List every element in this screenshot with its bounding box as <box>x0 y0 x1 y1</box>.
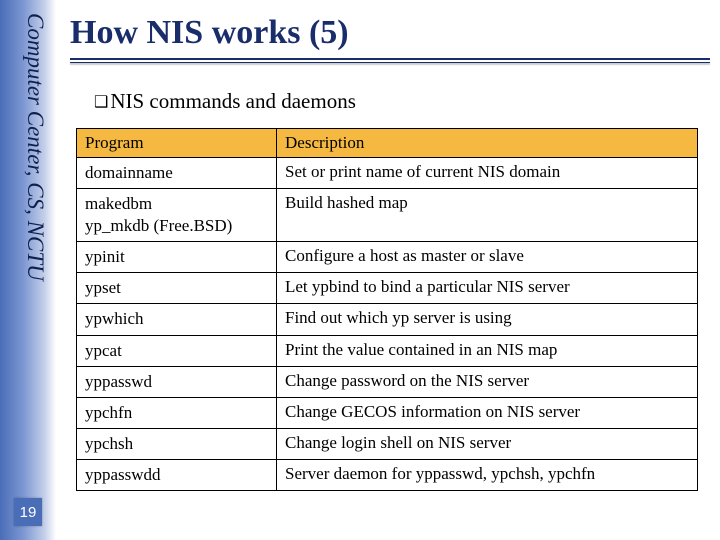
cell-program: ypinit <box>77 242 277 273</box>
bullet-heading: ❑NIS commands and daemons <box>94 89 710 114</box>
cell-description: Configure a host as master or slave <box>277 242 698 273</box>
table-row: yppasswddServer daemon for yppasswd, ypc… <box>77 459 698 490</box>
table-row: yppasswdChange password on the NIS serve… <box>77 366 698 397</box>
cell-description: Set or print name of current NIS domain <box>277 158 698 189</box>
cell-description: Find out which yp server is using <box>277 304 698 335</box>
cell-program: yppasswdd <box>77 459 277 490</box>
commands-table: Program Description domainnameSet or pri… <box>76 128 698 491</box>
table-row: ypsetLet ypbind to bind a particular NIS… <box>77 273 698 304</box>
cell-description: Print the value contained in an NIS map <box>277 335 698 366</box>
cell-description: Server daemon for yppasswd, ypchsh, ypch… <box>277 459 698 490</box>
cell-description: Change GECOS information on NIS server <box>277 397 698 428</box>
sidebar-gradient: Computer Center, CS, NCTU <box>0 0 56 540</box>
cell-program: ypset <box>77 273 277 304</box>
sidebar-institution-label: Computer Center, CS, NCTU <box>22 13 48 343</box>
cell-description: Build hashed map <box>277 189 698 242</box>
slide-title: How NIS works (5) <box>70 14 710 52</box>
cell-program: ypcat <box>77 335 277 366</box>
slide-content: How NIS works (5) ❑NIS commands and daem… <box>70 14 710 491</box>
square-bullet-icon: ❑ <box>94 94 108 111</box>
header-program: Program <box>77 129 277 158</box>
cell-program: ypchsh <box>77 428 277 459</box>
table-row: ypchfnChange GECOS information on NIS se… <box>77 397 698 428</box>
table-row: ypinitConfigure a host as master or slav… <box>77 242 698 273</box>
cell-description: Change password on the NIS server <box>277 366 698 397</box>
table-row: domainnameSet or print name of current N… <box>77 158 698 189</box>
cell-program: makedbmyp_mkdb (Free.BSD) <box>77 189 277 242</box>
cell-description: Change login shell on NIS server <box>277 428 698 459</box>
title-divider <box>70 58 710 63</box>
table-row: ypcatPrint the value contained in an NIS… <box>77 335 698 366</box>
cell-program: ypchfn <box>77 397 277 428</box>
page-number-badge: 19 <box>14 498 42 526</box>
header-description: Description <box>277 129 698 158</box>
cell-program: domainname <box>77 158 277 189</box>
cell-program: yppasswd <box>77 366 277 397</box>
table-header-row: Program Description <box>77 129 698 158</box>
cell-description: Let ypbind to bind a particular NIS serv… <box>277 273 698 304</box>
table-row: ypchshChange login shell on NIS server <box>77 428 698 459</box>
table-row: makedbmyp_mkdb (Free.BSD)Build hashed ma… <box>77 189 698 242</box>
bullet-text: NIS commands and daemons <box>110 89 356 113</box>
table-row: ypwhichFind out which yp server is using <box>77 304 698 335</box>
cell-program: ypwhich <box>77 304 277 335</box>
